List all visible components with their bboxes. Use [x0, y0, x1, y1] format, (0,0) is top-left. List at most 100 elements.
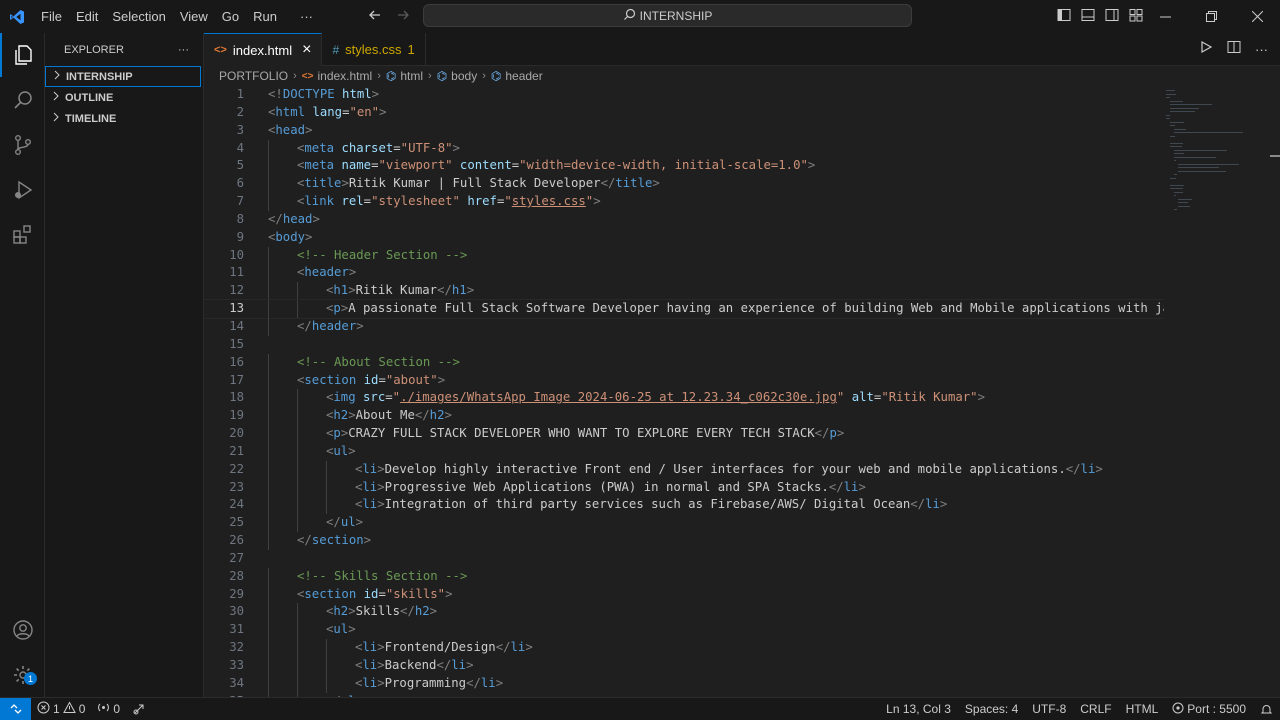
code-line[interactable]: 3 <head>	[204, 122, 1164, 140]
code-line[interactable]: 6 <title>Ritik Kumar | Full Stack Develop…	[204, 175, 1164, 194]
source-control-icon[interactable]	[0, 123, 45, 167]
code-line[interactable]: 17 <section id="about">	[204, 371, 1164, 390]
toggle-panel-icon[interactable]	[1080, 7, 1096, 26]
remote-indicator-icon[interactable]	[0, 698, 31, 720]
close-tab-icon[interactable]: ×	[302, 41, 311, 59]
explorer-icon[interactable]	[0, 33, 45, 77]
menu-selection[interactable]: Selection	[105, 0, 172, 33]
accounts-icon[interactable]	[0, 608, 45, 652]
token: >	[377, 640, 385, 655]
menu-file[interactable]: File	[34, 0, 69, 33]
problems-indicator[interactable]: 1 0	[31, 698, 91, 720]
indent-guide	[297, 407, 298, 426]
notifications-bell-icon[interactable]	[1253, 698, 1280, 720]
debug-launch-icon[interactable]	[126, 698, 152, 720]
code-line[interactable]: 21 <ul>	[204, 442, 1164, 461]
more-actions-icon[interactable]: ···	[1255, 42, 1268, 57]
code-line[interactable]: 27	[204, 550, 1164, 568]
code-line[interactable]: 29 <section id="skills">	[204, 585, 1164, 604]
minimap-line	[1170, 142, 1184, 144]
code-line[interactable]: 13 <p>A passionate Full Stack Software De…	[204, 299, 1164, 319]
indent-guide	[268, 478, 269, 497]
code-line[interactable]: 10 <!-- Header Section -->	[204, 246, 1164, 265]
code-line[interactable]: 20 <p>CRAZY FULL STACK DEVELOPER WHO WANT…	[204, 425, 1164, 443]
run-file-icon[interactable]	[1199, 40, 1213, 59]
indent-guide	[297, 496, 298, 515]
menu-run[interactable]: Run	[246, 0, 284, 33]
code-editor[interactable]: 1 <!DOCTYPE html> 2 <html lang="en"> 3 <head>…	[204, 86, 1164, 697]
breadcrumb-file[interactable]: <> index.html	[302, 69, 372, 83]
code-line[interactable]: 11 <header>	[204, 264, 1164, 283]
breadcrumb-header[interactable]: ⌬ header	[491, 69, 543, 83]
explorer-more-button[interactable]: ···	[178, 44, 189, 56]
tab-styles-css[interactable]: # styles.css 1	[322, 33, 426, 66]
code-line[interactable]: 14 </header>	[204, 317, 1164, 336]
code-line[interactable]: 15	[204, 336, 1164, 354]
token: >	[807, 158, 816, 173]
code-line[interactable]: 34 <li>Programming</li>	[204, 674, 1164, 693]
code-line[interactable]: 28 <!-- Skills Section -->	[204, 567, 1164, 586]
search-view-icon[interactable]	[0, 78, 45, 122]
chevron-right-icon	[51, 112, 61, 125]
breadcrumb-folder[interactable]: PORTFOLIO	[219, 69, 288, 83]
menu-go[interactable]: Go	[215, 0, 246, 33]
code-line[interactable]: 26 </section>	[204, 532, 1164, 550]
token: "about"	[385, 372, 438, 387]
token: "viewport"	[378, 158, 453, 173]
code-line[interactable]: 16 <!-- About Section -->	[204, 353, 1164, 372]
encoding[interactable]: UTF-8	[1025, 698, 1073, 720]
code-line[interactable]: 12 <h1>Ritik Kumar</h1>	[204, 282, 1164, 301]
minimap-line	[1170, 121, 1184, 123]
code-line[interactable]: 22 <li>Develop highly interactive Front e…	[204, 460, 1164, 479]
split-editor-icon[interactable]	[1227, 40, 1241, 59]
code-line[interactable]: 24 <li>Integration of third party service…	[204, 496, 1164, 515]
code-line[interactable]: 8 </head>	[204, 211, 1164, 229]
minimap[interactable]	[1162, 86, 1280, 697]
cursor-position[interactable]: Ln 13, Col 3	[879, 698, 958, 720]
close-window-icon[interactable]	[1234, 0, 1280, 33]
command-center[interactable]: INTERNSHIP	[423, 4, 912, 27]
indentation[interactable]: Spaces: 4	[958, 698, 1025, 720]
forward-arrow-icon[interactable]	[396, 8, 410, 25]
menu-view[interactable]: View	[173, 0, 215, 33]
language-mode[interactable]: HTML	[1119, 698, 1166, 720]
section-timeline[interactable]: TIMELINE	[45, 108, 203, 129]
code-line[interactable]: 31 <ul>	[204, 621, 1164, 640]
menu-more[interactable]: ···	[284, 0, 320, 33]
code-line[interactable]: 23 <li>Progressive Web Applications (PWA)…	[204, 478, 1164, 497]
minimize-icon[interactable]	[1142, 0, 1188, 33]
manage-gear-icon[interactable]	[0, 653, 45, 697]
toggle-secondary-sidebar-icon[interactable]	[1104, 7, 1120, 26]
toggle-primary-sidebar-icon[interactable]	[1056, 7, 1072, 26]
section-internship[interactable]: INTERNSHIP	[45, 66, 201, 87]
code-line[interactable]: 32 <li>Frontend/Design</li>	[204, 639, 1164, 657]
code-line[interactable]: 2 <html lang="en">	[204, 104, 1164, 122]
extensions-icon[interactable]	[0, 213, 45, 257]
code-line[interactable]: 18 <img src="./images/WhatsApp Image 2024…	[204, 389, 1164, 408]
code-line[interactable]: 25 </ul>	[204, 514, 1164, 533]
code-line[interactable]: 7 <link rel="stylesheet" href="styles.css…	[204, 193, 1164, 211]
back-arrow-icon[interactable]	[368, 8, 382, 25]
end-of-line[interactable]: CRLF	[1073, 698, 1118, 720]
run-debug-icon[interactable]	[0, 168, 45, 212]
code-line[interactable]: 1 <!DOCTYPE html>	[204, 86, 1164, 104]
ports-indicator[interactable]: 0	[91, 698, 126, 720]
breadcrumb-html[interactable]: ⌬ html	[386, 69, 423, 83]
code-line[interactable]: 19 <h2>About Me</h2>	[204, 407, 1164, 426]
line-source: <p>A passionate Full Stack Software Deve…	[326, 300, 1164, 318]
breadcrumb-body[interactable]: ⌬ body	[437, 69, 478, 83]
code-line[interactable]: 4 <meta charset="UTF-8">	[204, 139, 1164, 158]
code-line[interactable]: 9 <body>	[204, 229, 1164, 247]
scrollbar-thumb[interactable]	[1270, 155, 1280, 157]
menu-edit[interactable]: Edit	[69, 0, 105, 33]
code-line[interactable]: 5 <meta name="viewport" content="width=de…	[204, 157, 1164, 176]
code-line[interactable]: 33 <li>Backend</li>	[204, 657, 1164, 675]
section-outline[interactable]: OUTLINE	[45, 87, 203, 108]
restore-icon[interactable]	[1188, 0, 1234, 33]
token: >	[341, 176, 349, 191]
live-server-port[interactable]: Port : 5500	[1165, 698, 1253, 720]
tab-index-html[interactable]: <> index.html ×	[204, 33, 323, 66]
token: p	[829, 426, 837, 441]
code-line[interactable]: 30 <h2>Skills</h2>	[204, 603, 1164, 622]
